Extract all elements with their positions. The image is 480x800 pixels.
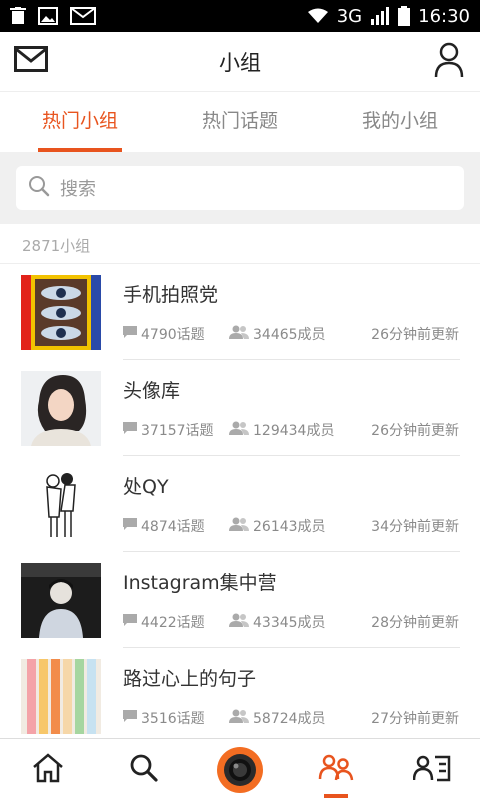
nav-groups[interactable]: [288, 739, 384, 800]
search-area: 搜索: [0, 152, 480, 224]
wifi-icon: [307, 8, 329, 24]
topic-icon: [123, 422, 141, 438]
group-thumbnail: [21, 275, 101, 350]
topic-icon: [123, 710, 141, 726]
member-count: 26143成员: [253, 519, 326, 535]
topic-count: 37157话题: [141, 423, 214, 439]
profile-card-icon: [412, 754, 451, 786]
group-meta: 4874话题 26143成员 34分钟前更新: [123, 516, 459, 536]
app-header: 小组: [0, 32, 480, 92]
group-thumbnail: [21, 371, 101, 446]
list-item[interactable]: 头像库 37157话题 129434成员 26分钟前更新: [0, 360, 480, 456]
group-meta: 3516话题 58724成员 27分钟前更新: [123, 708, 459, 728]
updated-time: 26分钟前更新: [371, 327, 459, 343]
topic-icon: [123, 518, 141, 534]
groups-icon: [318, 753, 354, 787]
group-name: 处QY: [123, 476, 169, 498]
topic-count: 4874话题: [141, 519, 205, 535]
updated-time: 34分钟前更新: [371, 519, 459, 535]
members-icon: [229, 325, 253, 343]
group-meta: 4422话题 43345成员 28分钟前更新: [123, 612, 459, 632]
topic-count: 4422话题: [141, 615, 205, 631]
list-item[interactable]: Instagram集中营 4422话题 43345成员 28分钟前更新: [0, 552, 480, 648]
members-icon: [229, 613, 253, 631]
search-icon: [28, 175, 50, 201]
camera-icon: [217, 746, 263, 793]
user-icon[interactable]: [434, 42, 464, 82]
home-icon: [31, 752, 65, 787]
image-notification-icon: [38, 7, 58, 25]
group-name: 路过心上的句子: [123, 668, 257, 690]
group-name: 头像库: [123, 380, 181, 402]
nav-profile[interactable]: [384, 739, 480, 800]
tab-hot-groups[interactable]: 热门小组: [0, 92, 160, 152]
topic-icon: [123, 326, 141, 342]
topic-count: 3516话题: [141, 711, 205, 727]
nav-camera[interactable]: [192, 739, 288, 800]
tab-my-groups[interactable]: 我的小组: [320, 92, 480, 152]
search-input[interactable]: 搜索: [16, 166, 464, 210]
group-name: 手机拍照党: [123, 284, 219, 306]
members-icon: [229, 517, 253, 535]
group-thumbnail: [21, 659, 101, 734]
group-list: 手机拍照党 4790话题 34465成员 26分钟前更新 头像库 37157话题…: [0, 264, 480, 738]
member-count: 58724成员: [253, 711, 326, 727]
nav-home[interactable]: [0, 739, 96, 800]
updated-time: 27分钟前更新: [371, 711, 459, 727]
members-icon: [229, 709, 253, 727]
mail-icon[interactable]: [14, 46, 48, 76]
member-count: 129434成员: [253, 423, 335, 439]
mail-notification-icon: [70, 7, 96, 25]
nav-search[interactable]: [96, 739, 192, 800]
updated-time: 26分钟前更新: [371, 423, 459, 439]
tab-hot-topics[interactable]: 热门话题: [160, 92, 320, 152]
group-meta: 4790话题 34465成员 26分钟前更新: [123, 324, 459, 344]
list-item[interactable]: 手机拍照党 4790话题 34465成员 26分钟前更新: [0, 264, 480, 360]
tab-bar: 热门小组 热门话题 我的小组: [0, 92, 480, 152]
group-meta: 37157话题 129434成员 26分钟前更新: [123, 420, 459, 440]
group-name: Instagram集中营: [123, 572, 277, 594]
topic-icon: [123, 614, 141, 630]
group-thumbnail: [21, 563, 101, 638]
search-icon: [129, 753, 159, 787]
updated-time: 28分钟前更新: [371, 615, 459, 631]
status-bar: 3G 16:30: [0, 0, 480, 32]
network-type: 3G: [336, 5, 363, 27]
group-thumbnail: [21, 467, 101, 542]
member-count: 43345成员: [253, 615, 326, 631]
clock: 16:30: [418, 5, 470, 27]
list-item[interactable]: 处QY 4874话题 26143成员 34分钟前更新: [0, 456, 480, 552]
trash-notification-icon: [10, 7, 26, 25]
bottom-nav: [0, 738, 480, 800]
battery-icon: [398, 6, 411, 26]
members-icon: [229, 421, 253, 439]
page-title: 小组: [219, 50, 261, 75]
topic-count: 4790话题: [141, 327, 205, 343]
member-count: 34465成员: [253, 327, 326, 343]
list-item[interactable]: 路过心上的句子 3516话题 58724成员 27分钟前更新: [0, 648, 480, 738]
group-count: 2871小组: [0, 224, 480, 264]
signal-icon: [370, 7, 390, 25]
search-placeholder: 搜索: [60, 179, 96, 200]
